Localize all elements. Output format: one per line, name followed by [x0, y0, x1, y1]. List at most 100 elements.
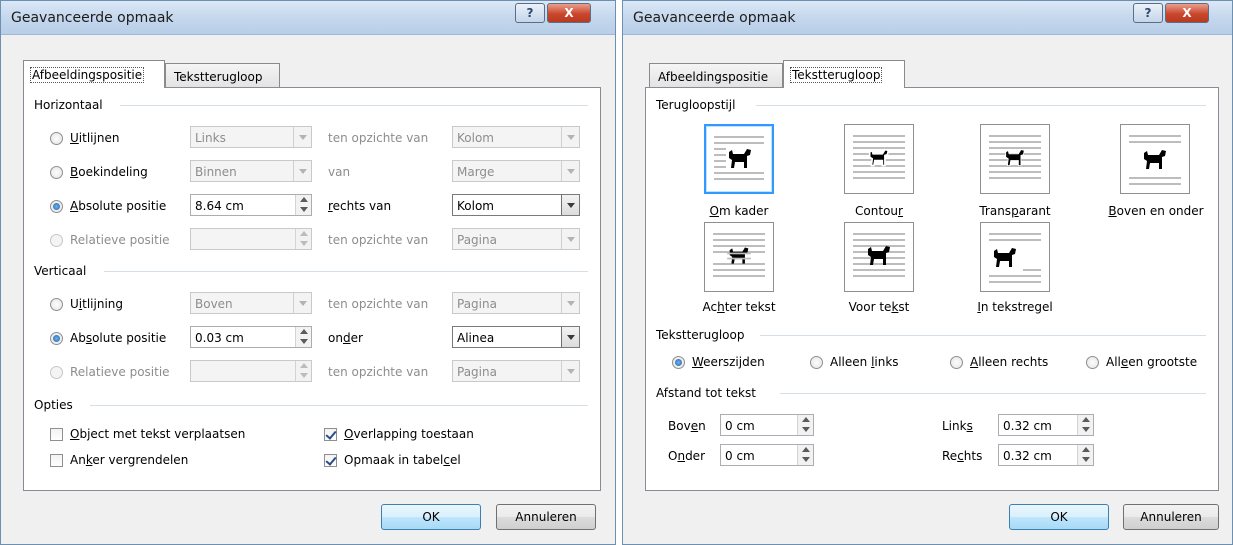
vertical-alignment-select[interactable]: Boven — [190, 292, 312, 314]
title-bar[interactable]: Geavanceerde opmaak ? X — [1, 1, 615, 35]
spin-arrows-icon[interactable] — [1077, 445, 1093, 465]
spin-arrows-icon[interactable] — [797, 445, 813, 465]
vertical-absolute-relative-select[interactable]: Alinea — [452, 326, 580, 348]
chevron-down-icon — [561, 127, 579, 147]
book-layout-relative-select[interactable]: Marge — [452, 160, 580, 182]
wrap-top-bottom-option[interactable] — [1120, 124, 1190, 194]
vertical-alignment-radio[interactable] — [50, 298, 63, 311]
absolute-position-input[interactable]: 8.64 cm — [190, 194, 312, 216]
alignment-select[interactable]: Links — [190, 126, 312, 148]
tab-label: Afbeeldingspositie — [658, 70, 769, 84]
distance-right-input[interactable]: 0.32 cm — [998, 444, 1094, 466]
spin-arrows-icon[interactable] — [295, 327, 311, 347]
chevron-down-icon — [561, 293, 579, 313]
relative-position-relative-select[interactable]: Pagina — [452, 228, 580, 250]
relative-position-input[interactable] — [190, 228, 312, 250]
relative-position-radio[interactable] — [50, 234, 63, 247]
vertical-alignment-relative-select[interactable]: Pagina — [452, 292, 580, 314]
alignment-radio[interactable] — [50, 132, 63, 145]
relation-label: van — [328, 165, 351, 179]
vertical-absolute-position-input[interactable]: 0.03 cm — [190, 326, 312, 348]
tab-picture-position[interactable]: Afbeeldingspositie — [23, 60, 165, 88]
text-line — [989, 275, 1041, 277]
layout-in-table-cell-label: Opmaak in tabelcel — [344, 453, 461, 467]
wrap-through-label: Transparant — [979, 204, 1051, 218]
help-button[interactable]: ? — [1133, 3, 1163, 23]
chevron-down-icon — [293, 161, 311, 181]
lock-anchor-checkbox[interactable] — [50, 454, 63, 467]
help-button[interactable]: ? — [515, 3, 545, 23]
wrap-behind-text-option[interactable] — [704, 222, 774, 292]
distance-top-input[interactable]: 0 cm — [720, 414, 814, 436]
text-line — [1023, 269, 1041, 271]
text-line — [853, 239, 905, 241]
advanced-layout-dialog-position: Geavanceerde opmaak ? X Afbeeldingsposit… — [0, 0, 616, 545]
text-line — [853, 275, 905, 277]
wrap-both-sides-radio[interactable] — [672, 356, 685, 369]
vertical-relative-relative-select[interactable]: Pagina — [452, 360, 580, 382]
absolute-position-relative-select[interactable]: Kolom — [452, 194, 580, 216]
dialog-title: Geavanceerde opmaak — [633, 10, 796, 26]
tab-text-wrapping[interactable]: Tekstterugloop — [783, 60, 905, 88]
spin-arrows-icon[interactable] — [295, 361, 311, 381]
distance-left-input[interactable]: 0.32 cm — [998, 414, 1094, 436]
wrap-inline-label: In tekstregel — [977, 300, 1053, 314]
vertical-heading: Verticaal — [34, 264, 87, 278]
close-button[interactable]: X — [1165, 3, 1209, 23]
wrap-left-only-label: Alleen links — [830, 355, 899, 369]
layout-in-table-cell-checkbox[interactable] — [324, 454, 337, 467]
distance-top-label: Boven — [668, 419, 706, 433]
chevron-down-icon — [561, 229, 579, 249]
text-line — [713, 239, 765, 241]
wrap-in-front-option[interactable] — [844, 222, 914, 292]
wrap-behind-text-label: Achter tekst — [702, 300, 776, 314]
spin-arrows-icon[interactable] — [797, 415, 813, 435]
tab-picture-position[interactable]: Afbeeldingspositie — [649, 63, 783, 87]
wrap-largest-only-radio[interactable] — [1086, 356, 1099, 369]
title-bar[interactable]: Geavanceerde opmaak ? X — [623, 1, 1232, 35]
divider — [756, 105, 1206, 106]
chevron-down-icon — [293, 293, 311, 313]
spin-arrows-icon[interactable] — [295, 229, 311, 249]
wrap-tight-option[interactable] — [844, 124, 914, 194]
spin-arrows-icon[interactable] — [1077, 415, 1093, 435]
text-line — [853, 135, 905, 137]
tab-label: Tekstterugloop — [174, 70, 263, 84]
wrap-style-heading: Terugloopstijl — [656, 98, 736, 112]
distance-bottom-input[interactable]: 0 cm — [720, 444, 814, 466]
wrap-left-only-radio[interactable] — [810, 356, 823, 369]
absolute-position-radio[interactable] — [50, 200, 63, 213]
vertical-relative-position-radio[interactable] — [50, 366, 63, 379]
book-layout-radio[interactable] — [50, 166, 63, 179]
move-with-text-checkbox[interactable] — [50, 428, 63, 441]
ok-button[interactable]: OK — [1009, 504, 1109, 530]
tab-label: Afbeeldingspositie — [30, 67, 145, 83]
text-line — [713, 269, 765, 271]
cancel-button[interactable]: Annuleren — [496, 504, 596, 530]
allow-overlap-checkbox[interactable] — [324, 428, 337, 441]
wrap-inline-option[interactable] — [980, 222, 1050, 292]
spin-arrows-icon[interactable] — [295, 195, 311, 215]
options-heading: Opties — [34, 398, 73, 412]
cancel-button[interactable]: Annuleren — [1123, 504, 1219, 530]
ok-button[interactable]: OK — [381, 504, 481, 530]
close-button[interactable]: X — [547, 3, 591, 23]
alignment-relative-select[interactable]: Kolom — [452, 126, 580, 148]
text-line — [989, 135, 1041, 137]
book-layout-label: Boekindeling — [70, 165, 148, 179]
vertical-absolute-position-radio[interactable] — [50, 332, 63, 345]
wrap-right-only-radio[interactable] — [950, 356, 963, 369]
wrap-square-option[interactable] — [704, 124, 774, 194]
chevron-down-icon — [561, 361, 579, 381]
book-layout-select[interactable]: Binnen — [190, 160, 312, 182]
wrap-through-option[interactable] — [980, 124, 1050, 194]
vertical-relative-position-input[interactable] — [190, 360, 312, 382]
wrap-largest-only-label: Alleen grootste — [1106, 355, 1198, 369]
chevron-down-icon — [561, 195, 579, 215]
tab-panel: Horizontaal Uitlijnen Links ten opzichte… — [23, 87, 601, 491]
text-line — [989, 233, 1041, 235]
relation-label: rechts van — [328, 199, 392, 213]
chevron-down-icon — [561, 327, 579, 347]
divider — [90, 405, 588, 406]
tab-text-wrapping[interactable]: Tekstterugloop — [165, 63, 280, 87]
